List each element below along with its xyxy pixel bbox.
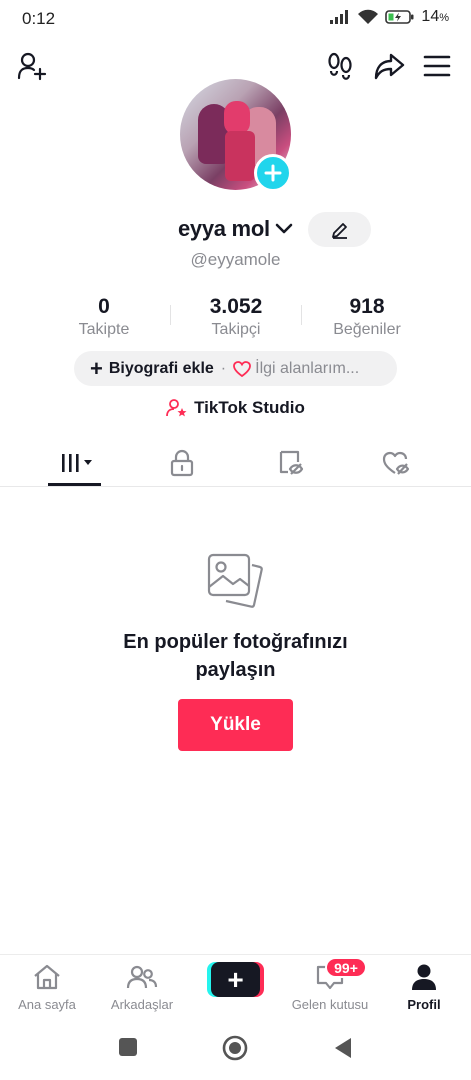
likes-stat[interactable]: 918 Beğeniler <box>302 295 432 339</box>
heart-hidden-icon <box>382 451 410 475</box>
following-stat[interactable]: 0 Takipte <box>39 295 169 339</box>
photo-icon <box>207 553 263 608</box>
profile-tabs <box>0 440 471 487</box>
profile-stats: 0 Takipte 3.052 Takipçi 918 Beğeniler <box>0 295 471 345</box>
likes-label: Beğeniler <box>333 321 401 338</box>
following-label: Takipte <box>78 321 130 338</box>
lock-icon <box>170 449 194 477</box>
nav-home[interactable]: Ana sayfa <box>0 961 94 1012</box>
plus-icon: + <box>90 355 103 381</box>
menu-icon[interactable] <box>419 48 455 84</box>
friends-icon <box>126 965 158 989</box>
likes-count: 918 <box>349 295 385 318</box>
nav-friends-label: Arkadaşlar <box>110 997 174 1012</box>
tab-reposts[interactable] <box>262 440 318 486</box>
tab-private[interactable] <box>154 440 210 486</box>
chevron-down-icon[interactable] <box>275 222 293 236</box>
display-name[interactable]: eyya mol <box>178 216 270 242</box>
wifi-icon <box>358 9 379 24</box>
recents-icon[interactable] <box>118 1037 138 1057</box>
studio-label: TikTok Studio <box>194 398 305 417</box>
bio-interests-bar: + Biyografi ekle · İlgi alanlarım... <box>74 351 397 386</box>
pencil-icon <box>331 222 347 239</box>
nav-profile[interactable]: Profil <box>377 961 471 1012</box>
status-bar: 0:12 14% <box>0 0 471 36</box>
nav-friends[interactable]: Arkadaşlar <box>95 961 189 1012</box>
name-row: eyya mol <box>0 212 471 248</box>
add-bio-button[interactable]: Biyografi ekle <box>109 360 214 378</box>
home-icon <box>34 964 60 990</box>
home-circle-icon[interactable] <box>222 1035 248 1061</box>
footprints-icon[interactable] <box>322 48 358 84</box>
tab-videos[interactable] <box>48 440 104 486</box>
plus-icon: + <box>211 962 260 997</box>
tab-liked[interactable] <box>368 440 424 486</box>
status-icons: 14% <box>329 8 449 26</box>
empty-state-title: En popüler fotoğrafınızı paylaşın <box>123 631 348 681</box>
heart-icon <box>233 360 252 377</box>
battery-percent: 14% <box>421 8 449 25</box>
inbox-badge: 99+ <box>325 957 367 978</box>
plus-icon <box>264 164 282 182</box>
profile-icon <box>412 964 436 990</box>
tiktok-studio-link[interactable]: TikTok Studio <box>0 398 471 418</box>
edit-profile-button[interactable] <box>308 212 371 247</box>
followers-count: 3.052 <box>209 295 263 318</box>
studio-icon <box>166 399 187 417</box>
signal-icon <box>330 10 349 24</box>
nav-profile-label: Profil <box>407 997 441 1012</box>
add-friend-icon[interactable] <box>14 48 50 84</box>
create-button[interactable]: + <box>207 962 264 997</box>
battery-icon <box>385 10 414 24</box>
following-count: 0 <box>98 295 110 318</box>
interests-button[interactable]: İlgi alanlarım... <box>255 360 359 378</box>
nav-inbox-label: Gelen kutusu <box>291 997 369 1012</box>
bottom-nav: Ana sayfa Arkadaşlar + Gelen kutusu Prof… <box>0 954 471 1016</box>
username: @eyyamole <box>190 250 281 269</box>
back-icon[interactable] <box>333 1037 353 1059</box>
upload-button[interactable]: Yükle <box>178 699 293 751</box>
share-icon[interactable] <box>371 48 407 84</box>
hidden-media-icon <box>279 450 304 475</box>
system-navigation-bar <box>0 1016 471 1080</box>
followers-label: Takipçi <box>211 321 261 338</box>
nav-home-label: Ana sayfa <box>18 997 76 1012</box>
add-story-button[interactable] <box>254 154 292 192</box>
separator: · <box>220 359 227 377</box>
grid-lines-icon <box>62 454 92 472</box>
clock: 0:12 <box>22 9 56 28</box>
active-tab-indicator <box>48 483 101 486</box>
followers-stat[interactable]: 3.052 Takipçi <box>171 295 301 339</box>
